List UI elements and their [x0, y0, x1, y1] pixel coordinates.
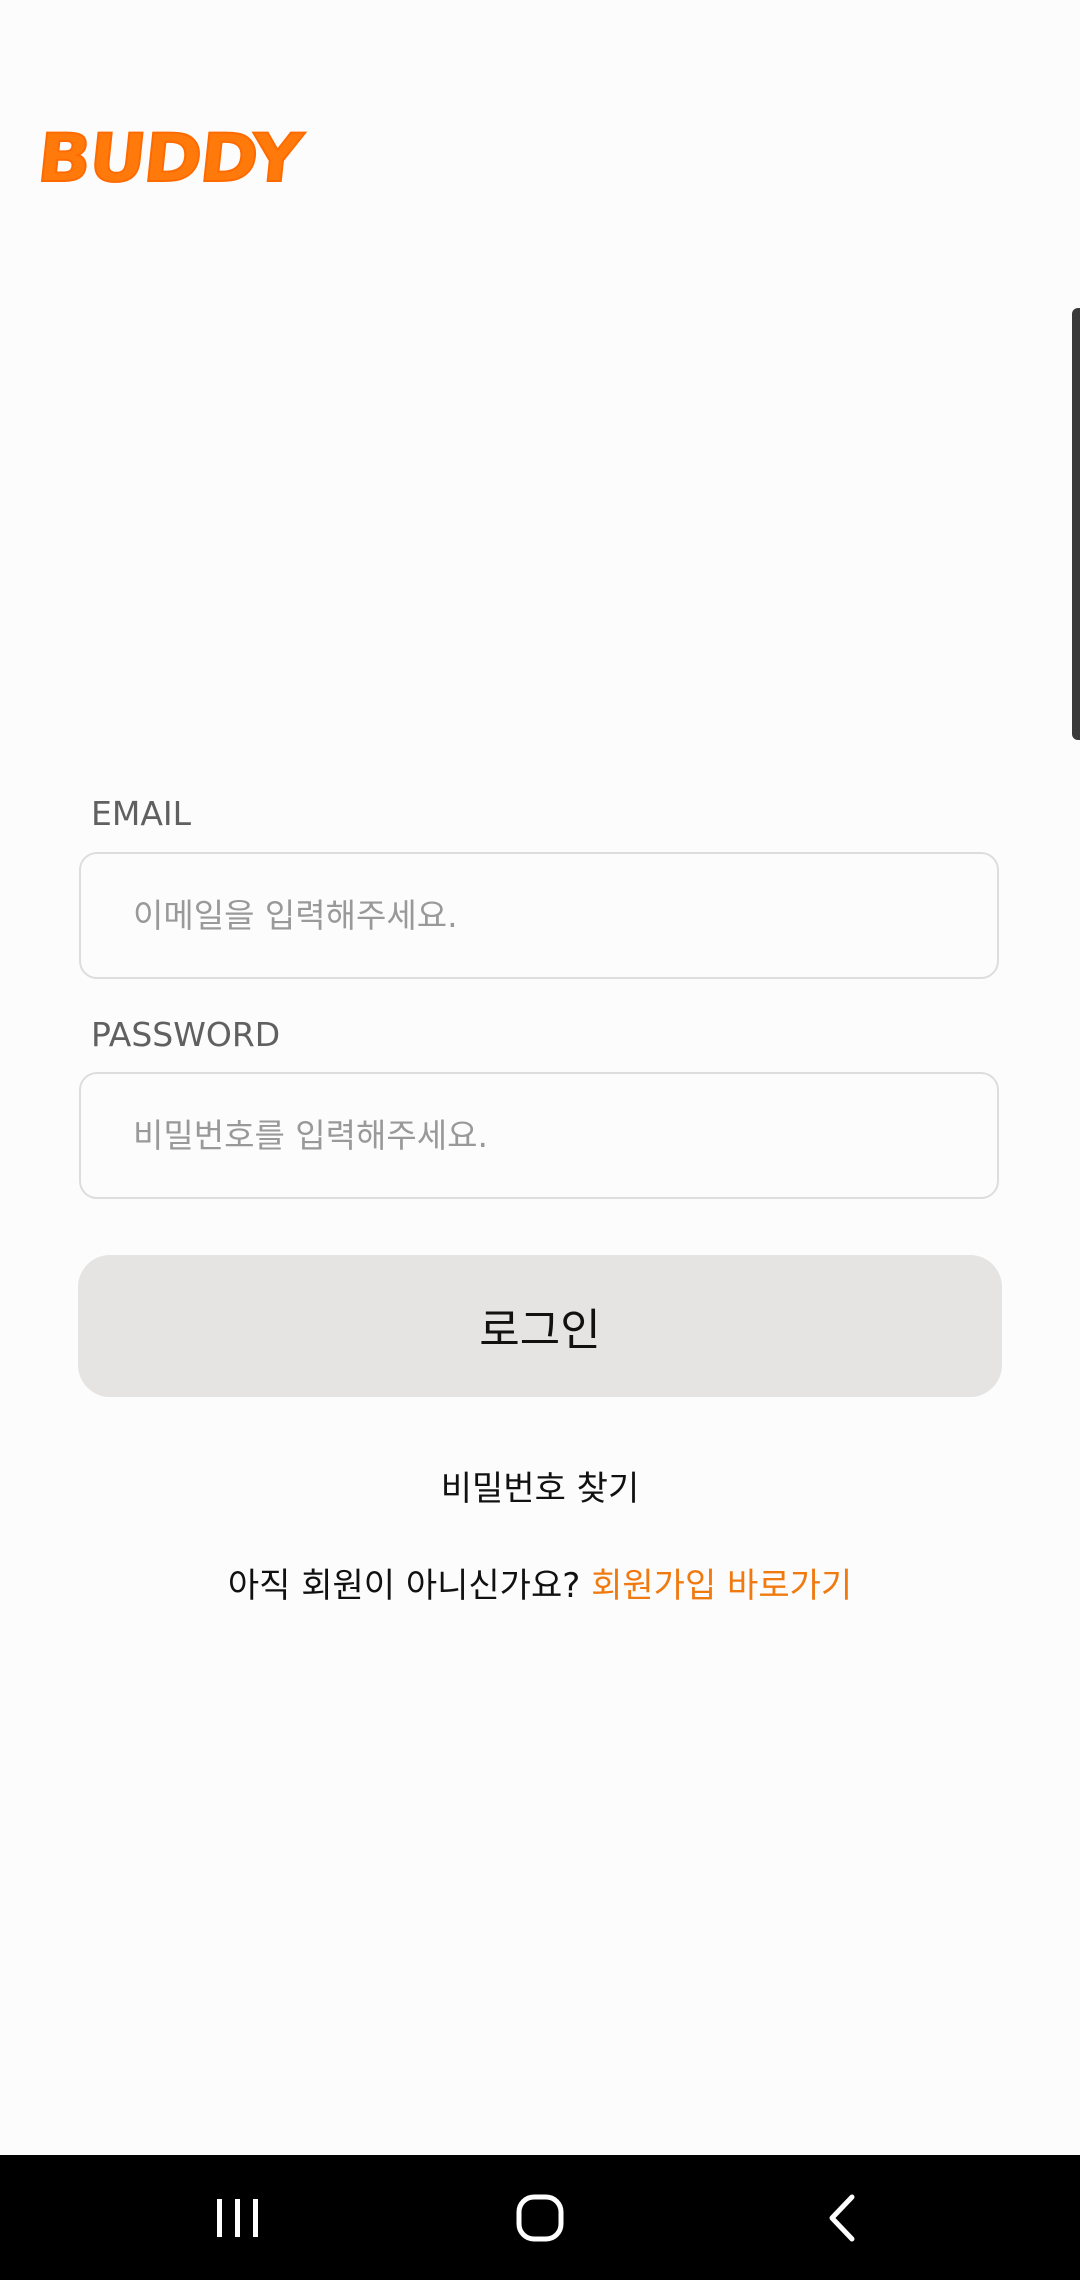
password-field-container[interactable]	[79, 1072, 999, 1199]
login-button[interactable]: 로그인	[78, 1255, 1002, 1397]
email-input[interactable]	[133, 854, 953, 977]
recent-apps-button[interactable]	[158, 2155, 318, 2280]
home-button[interactable]	[460, 2155, 620, 2280]
signup-row: 아직 회원이 아니신가요? 회원가입 바로가기	[0, 1561, 1080, 1611]
back-icon	[829, 2194, 855, 2241]
email-label: EMAIL	[91, 794, 192, 833]
recent-apps-icon	[217, 2198, 258, 2237]
email-field-container[interactable]	[79, 852, 999, 979]
home-icon	[516, 2194, 564, 2241]
system-navigation-bar	[0, 2155, 1080, 2280]
password-label: PASSWORD	[91, 1015, 281, 1054]
password-input[interactable]	[133, 1074, 953, 1197]
scroll-indicator[interactable]	[1072, 308, 1080, 740]
app-logo: BUDDY	[33, 118, 305, 198]
find-password-link[interactable]: 비밀번호 찾기	[0, 1464, 1080, 1514]
back-button[interactable]	[762, 2155, 922, 2280]
signup-link[interactable]: 회원가입 바로가기	[591, 1566, 852, 1606]
signup-prompt: 아직 회원이 아니신가요?	[227, 1566, 581, 1606]
